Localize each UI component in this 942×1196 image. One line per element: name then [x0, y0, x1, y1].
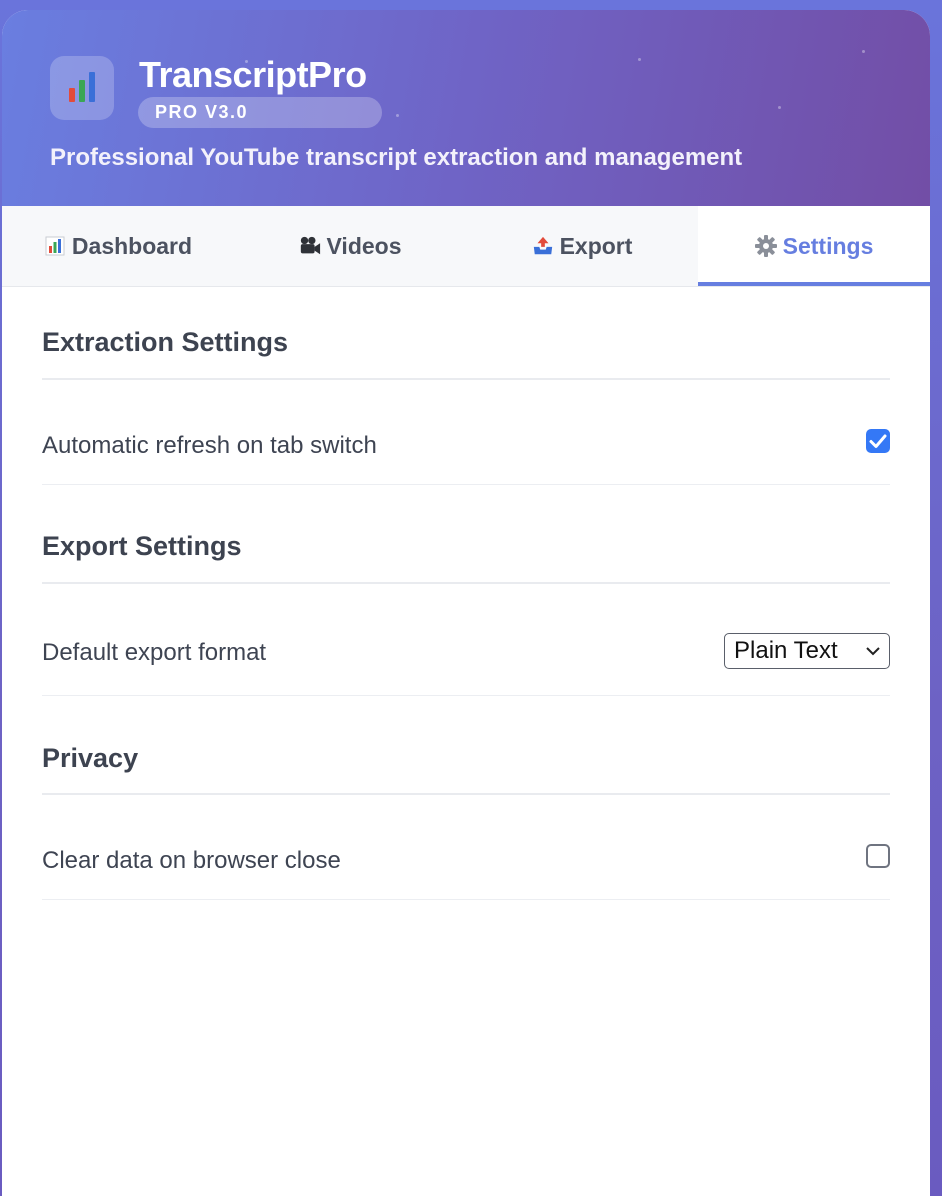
default-format-label: Default export format — [42, 639, 267, 666]
tab-export[interactable]: Export — [466, 206, 698, 286]
tab-label: Dashboard — [71, 232, 193, 259]
icon-bar — [69, 88, 75, 102]
app-header: TranscriptPro PRO V3.0 Professional YouT… — [2, 10, 930, 206]
setting-row-export-format: Default export format Plain Text — [42, 584, 890, 696]
section-title-export: Export Settings — [42, 531, 890, 584]
setting-row-clear-data: Clear data on browser close — [42, 795, 890, 900]
tab-videos[interactable]: Videos — [234, 206, 466, 286]
auto-refresh-label: Automatic refresh on tab switch — [42, 432, 377, 459]
tab-dashboard[interactable]: Dashboard — [2, 206, 234, 286]
bar-chart-icon — [50, 56, 114, 120]
outbox-tray-icon — [532, 235, 554, 257]
checkmark-icon — [869, 434, 887, 448]
movie-camera-icon — [299, 235, 321, 257]
icon-bar — [89, 72, 95, 102]
export-format-select[interactable]: Plain Text — [724, 633, 890, 669]
section-title-extraction: Extraction Settings — [42, 327, 890, 380]
section-title-privacy: Privacy — [42, 743, 890, 795]
header-decoration — [396, 114, 399, 117]
chevron-down-icon — [866, 647, 880, 656]
tab-label: Export — [559, 232, 633, 259]
extension-popup: TranscriptPro PRO V3.0 Professional YouT… — [2, 10, 930, 1196]
app-title: TranscriptPro — [139, 54, 367, 95]
app-subtitle: Professional YouTube transcript extracti… — [50, 144, 743, 171]
export-format-value: Plain Text — [734, 637, 838, 664]
icon-bar — [79, 80, 85, 102]
gear-icon — [754, 235, 777, 257]
tab-label: Settings — [782, 232, 874, 259]
header-decoration — [778, 106, 781, 109]
auto-refresh-checkbox[interactable] — [866, 429, 890, 453]
tab-bar: Dashboard Videos Export Settings — [2, 206, 930, 287]
bar-chart-icon — [44, 235, 66, 257]
header-decoration — [862, 50, 865, 53]
header-decoration — [638, 58, 641, 61]
tab-label: Videos — [326, 232, 402, 259]
clear-data-label: Clear data on browser close — [42, 847, 341, 874]
tab-settings[interactable]: Settings — [698, 206, 930, 286]
version-badge: PRO V3.0 — [138, 97, 382, 128]
setting-row-auto-refresh: Automatic refresh on tab switch — [42, 380, 890, 485]
clear-data-checkbox[interactable] — [866, 844, 890, 868]
